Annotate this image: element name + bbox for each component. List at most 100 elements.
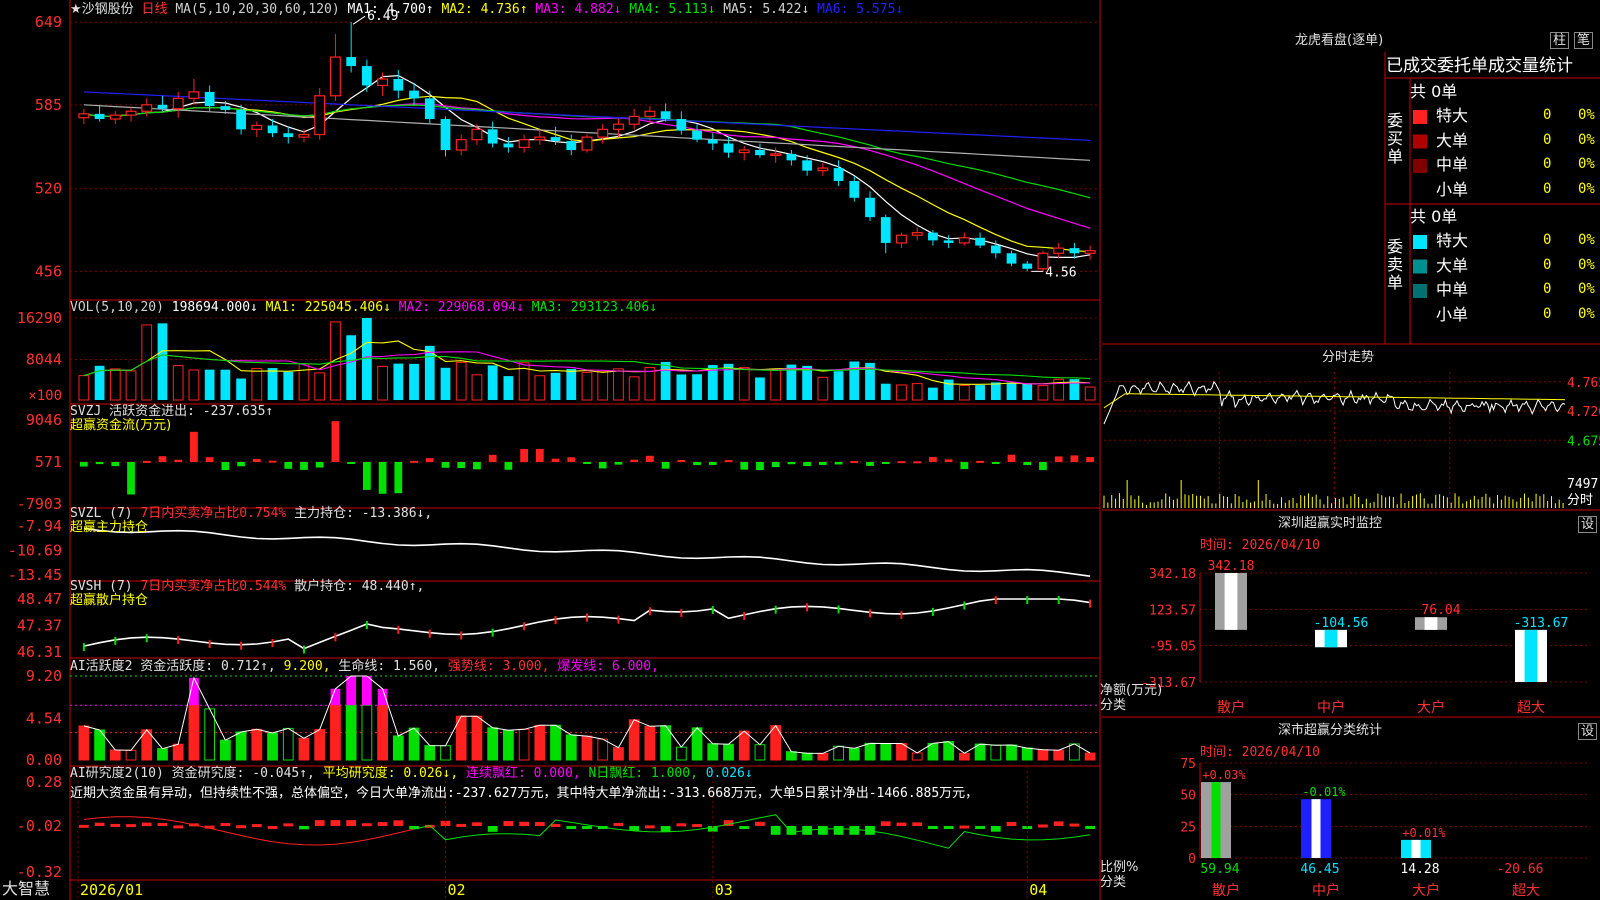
svzl-line [83, 527, 1091, 577]
vol-bar-20 [393, 363, 404, 400]
ai2-bar-64 [1085, 826, 1096, 829]
candle-body-34 [612, 123, 624, 130]
longhu-bar-button[interactable]: 柱 [1550, 32, 1570, 49]
ai2-header: AI研究度2(10) 资金研究度: -0.045↑, 平均研究度: 0.026↓… [70, 766, 753, 781]
candle-body-22 [424, 98, 435, 120]
ai2-bar-27 [503, 820, 514, 826]
ai1-bar-2 [109, 749, 121, 761]
buy-row-1-value: 0 [1543, 132, 1552, 148]
ai1-bar-42 [738, 730, 750, 761]
ai2-bar-43 [755, 821, 765, 826]
date-tick-2: 03 [715, 881, 733, 899]
svsh-tick-1: 47.37 [17, 617, 62, 635]
ma1-value: MA1: 4.700↑ [347, 2, 434, 17]
ai1-bar-36 [644, 725, 656, 761]
svzj-bar-38 [677, 460, 686, 463]
sm-settings-button[interactable]: 设 [1578, 723, 1598, 740]
vol-bar-47 [817, 376, 829, 401]
ai1-bar-16 [330, 704, 341, 761]
sell-total: 共 0单 [1410, 207, 1458, 226]
candle-body-4 [141, 104, 153, 112]
vol-bar-43 [755, 377, 765, 400]
candle-body-59 [1006, 253, 1017, 264]
ai1-header: AI活跃度2 资金活跃度: 0.712↑, 9.200, 生命线: 1.560,… [70, 659, 659, 674]
vol-bar-57 [975, 385, 985, 400]
buy-swatch-2 [1413, 159, 1427, 173]
buy-row-0-name: 特大 [1436, 106, 1469, 125]
ai2-bar-28 [519, 821, 529, 826]
svzl-h1: SVZL (7) [70, 506, 133, 521]
candle-body-6 [172, 97, 184, 110]
svzj-bar-54 [929, 456, 937, 462]
vol-header: VOL(5,10,20) 198694.000↓ MA1: 225045.406… [70, 300, 657, 315]
svzj-bar-46 [803, 462, 811, 467]
svzj-bar-35 [630, 459, 639, 462]
candle-body-26 [487, 129, 498, 144]
ai1-bar-7 [188, 704, 200, 761]
ai2-bar-36 [645, 825, 655, 829]
candle-body-15 [314, 95, 326, 136]
sm-bottom-label-0: 59.94 [1200, 862, 1239, 877]
vol-bar-17 [346, 335, 357, 400]
buy-row-2-name: 中单 [1436, 155, 1469, 174]
svzj-bar-47 [818, 462, 827, 465]
candle-body-29 [534, 136, 546, 141]
svzj-tick-1: 571 [35, 453, 62, 471]
candle-body-39 [692, 130, 702, 140]
svzj-bar-41 [724, 460, 733, 463]
svsh-tick-2: 46.31 [17, 643, 62, 661]
svzj-bar-19 [378, 462, 387, 494]
svzj-bar-11 [252, 458, 261, 462]
candle-body-48 [833, 168, 844, 181]
vol-bar-12 [267, 368, 278, 400]
candle-body-28 [518, 139, 530, 149]
vol-bar-30 [550, 372, 561, 400]
ai2-bar-63 [1069, 823, 1080, 827]
sm-top-label-2: +0.01% [1402, 826, 1446, 840]
ai2-comment: 近期大资金虽有异动，但持续性不强，总体偏空，今日大单净流出:-237.627万元… [70, 786, 979, 801]
fenshi-title: 分时走势 [1322, 350, 1375, 365]
candle-body-42 [738, 149, 750, 154]
candle-body-37 [660, 111, 671, 120]
candle-body-31 [566, 140, 577, 150]
ai1-tick-2: 0.00 [26, 751, 62, 769]
sm-tick-3: 0 [1188, 852, 1196, 867]
svzj-bar-53 [913, 461, 922, 464]
candle-body-11 [251, 124, 263, 130]
candle-body-36 [644, 110, 656, 118]
ai1-bar-top-19 [377, 688, 388, 706]
stock-name[interactable]: ★沙钢股份 [70, 2, 134, 17]
vol-bar-23 [440, 367, 451, 400]
longhu-tabs[interactable]: 已成交委托单成交量统计 [1386, 57, 1573, 76]
longhu-pen-button[interactable]: 笔 [1574, 32, 1594, 49]
sz-time: 时间: 2026/04/10 [1200, 538, 1320, 553]
ai1-bar-45 [786, 751, 797, 761]
ai1-bar-20 [392, 735, 404, 761]
svzj-bar-43 [756, 462, 764, 471]
ai1-bar-60 [1021, 747, 1033, 761]
candle-body-50 [865, 197, 875, 218]
svsh-h2: 7日内买卖净占比0.544% [140, 579, 287, 594]
ai2-bar-0 [78, 824, 89, 828]
sz-bar-label-3: -313.67 [1514, 616, 1569, 631]
sell-row-3-value: 0 [1543, 306, 1552, 322]
period-label[interactable]: 日线 [141, 2, 167, 17]
vol-bar-29 [534, 375, 546, 401]
ai2-h3: 连续飘红: 0.000, [466, 766, 581, 781]
vol-bar-51 [880, 383, 891, 400]
candle-body-47 [817, 167, 829, 172]
ai1-bar-0 [78, 725, 90, 761]
svzj-bar-24 [457, 462, 466, 469]
candle-body-46 [802, 160, 812, 171]
svsh-sub: 超赢散户持仓 [70, 593, 149, 608]
ai2-bar-39 [692, 824, 702, 828]
ai1-bar-11 [251, 728, 263, 761]
sell-row-1-value: 0 [1543, 257, 1552, 273]
ai2-bar-48 [833, 826, 844, 835]
svzj-bar-37 [661, 462, 670, 469]
vol-bar-37 [660, 361, 671, 400]
sm-bar-shine-2 [1411, 839, 1421, 858]
sz-settings-button[interactable]: 设 [1578, 516, 1598, 533]
ai1-bar-23 [440, 745, 451, 761]
vol-bar-35 [628, 376, 640, 401]
